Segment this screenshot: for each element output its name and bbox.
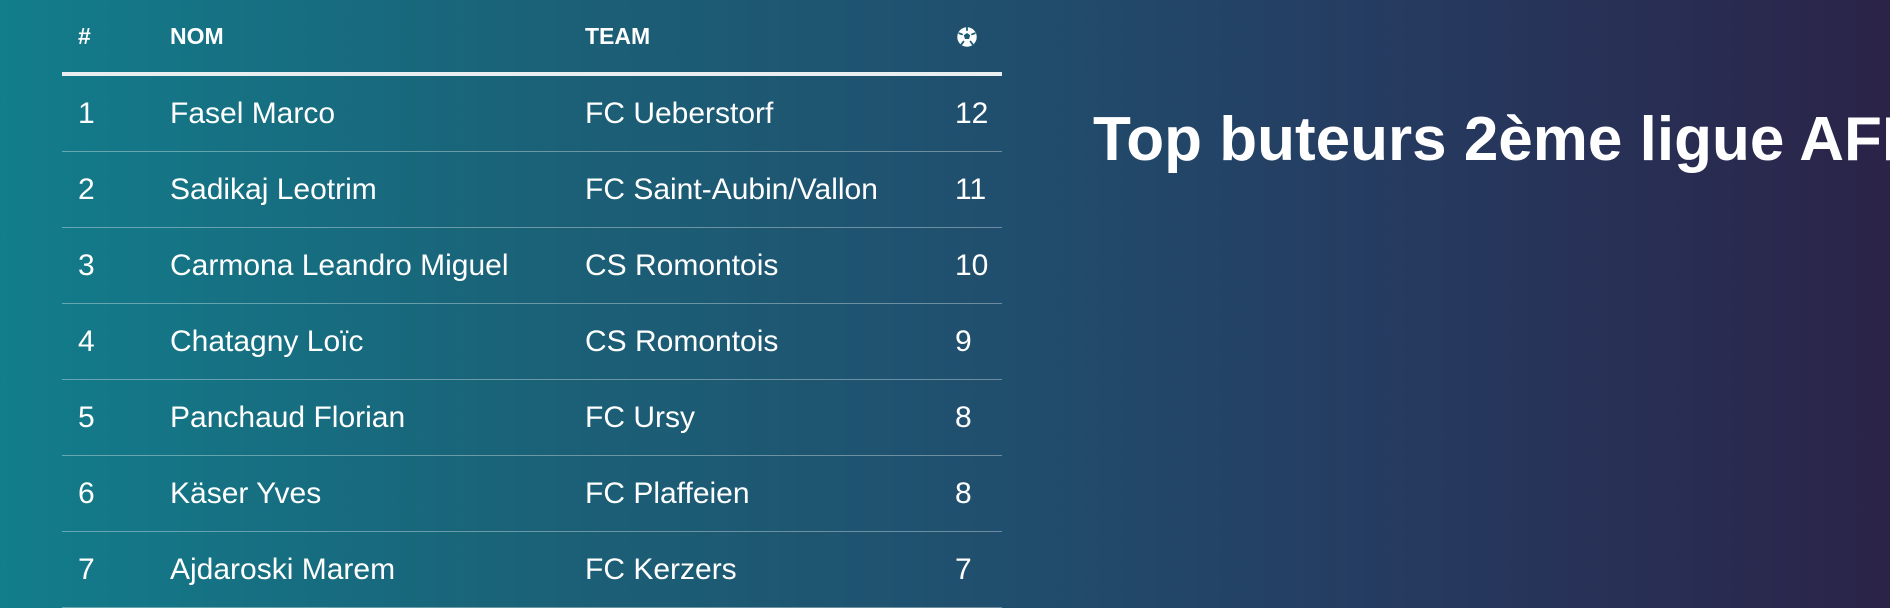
- cell-name: Sadikaj Leotrim: [170, 151, 585, 228]
- cell-name: Carmona Leandro Miguel: [170, 227, 585, 304]
- soccer-ball-icon: [956, 26, 978, 48]
- cell-goals: 8: [955, 455, 1002, 532]
- cell-goals: 12: [955, 74, 1002, 152]
- cell-team: FC Kerzers: [585, 531, 955, 608]
- cell-team: FC Ursy: [585, 379, 955, 456]
- cell-name: Ajdaroski Marem: [170, 531, 585, 608]
- table-row: 5 Panchaud Florian FC Ursy 8: [62, 379, 1002, 456]
- cell-rank: 6: [62, 455, 170, 532]
- cell-rank: 7: [62, 531, 170, 608]
- table-row: 7 Ajdaroski Marem FC Kerzers 7: [62, 531, 1002, 608]
- table-row: 2 Sadikaj Leotrim FC Saint-Aubin/Vallon …: [62, 151, 1002, 228]
- header-team: TEAM: [585, 0, 955, 76]
- cell-name: Fasel Marco: [170, 74, 585, 152]
- cell-rank: 5: [62, 379, 170, 456]
- header-row: # NOM TEAM: [62, 0, 1002, 76]
- cell-goals: 11: [955, 151, 1002, 228]
- header-rank: #: [62, 0, 170, 76]
- table-row: 3 Carmona Leandro Miguel CS Romontois 10: [62, 227, 1002, 304]
- table-row: 4 Chatagny Loïc CS Romontois 9: [62, 303, 1002, 380]
- header-goals: [955, 0, 1002, 76]
- cell-name: Chatagny Loïc: [170, 303, 585, 380]
- cell-rank: 2: [62, 151, 170, 228]
- cell-team: FC Saint-Aubin/Vallon: [585, 151, 955, 228]
- table-body: 1 Fasel Marco FC Ueberstorf 12 2 Sadikaj…: [62, 74, 1002, 608]
- table-row: 6 Käser Yves FC Plaffeien 8: [62, 455, 1002, 532]
- cell-goals: 9: [955, 303, 1002, 380]
- header-name: NOM: [170, 0, 585, 76]
- cell-name: Käser Yves: [170, 455, 585, 532]
- table-row: 1 Fasel Marco FC Ueberstorf 12: [62, 74, 1002, 152]
- cell-name: Panchaud Florian: [170, 379, 585, 456]
- cell-team: FC Ueberstorf: [585, 74, 955, 152]
- top-scorers-table: # NOM TEAM 1 Fasel Marco FC Ueberstorf 1…: [62, 0, 1002, 608]
- cell-goals: 7: [955, 531, 1002, 608]
- cell-goals: 10: [955, 227, 1002, 304]
- table-header: # NOM TEAM: [62, 0, 1002, 76]
- cell-team: CS Romontois: [585, 303, 955, 380]
- cell-rank: 3: [62, 227, 170, 304]
- page-title: Top buteurs 2ème ligue AFF: [1093, 105, 1890, 174]
- cell-team: CS Romontois: [585, 227, 955, 304]
- cell-rank: 4: [62, 303, 170, 380]
- cell-goals: 8: [955, 379, 1002, 456]
- cell-rank: 1: [62, 74, 170, 152]
- cell-team: FC Plaffeien: [585, 455, 955, 532]
